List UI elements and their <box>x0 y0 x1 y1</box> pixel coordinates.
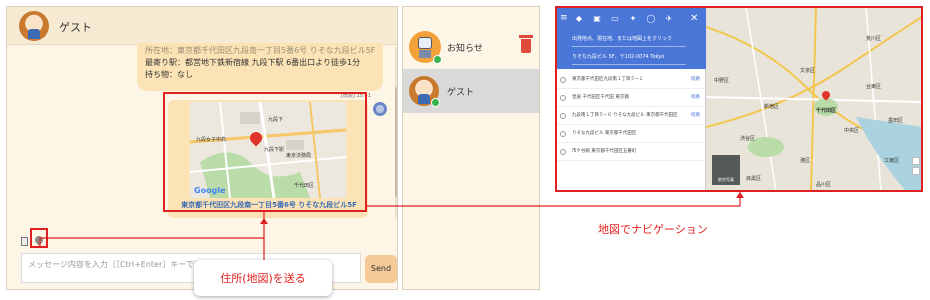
annotation-connectors <box>39 192 744 260</box>
callout-text: 住所(地図)を送る <box>220 272 306 285</box>
navigation-caption: 地図でナビゲーション <box>598 223 708 236</box>
annotation-callout: 住所(地図)を送る <box>194 260 332 296</box>
